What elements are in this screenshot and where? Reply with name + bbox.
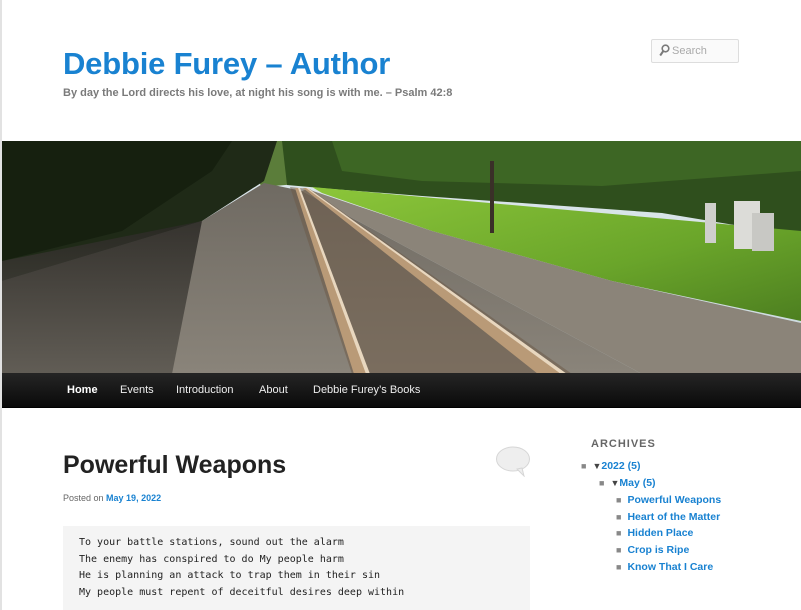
railroad-track-photo	[2, 141, 801, 374]
header-banner-image	[2, 141, 801, 374]
nav-item-books[interactable]: Debbie Furey’s Books	[313, 373, 420, 407]
archive-post-item: ■ Hidden Place	[616, 527, 693, 539]
archive-post-item: ■ Heart of the Matter	[616, 511, 720, 523]
page: Debbie Furey – Author By day the Lord di…	[2, 0, 801, 610]
search-input[interactable]	[672, 43, 734, 59]
archives-widget-title: ARCHIVES	[591, 438, 656, 450]
posted-on-label: Posted on	[63, 493, 104, 503]
post-meta: Posted on May 19, 2022	[63, 493, 161, 503]
archive-year-item: ■ ▼2022 (5)	[581, 460, 640, 472]
archive-year-link[interactable]: 2022 (5)	[601, 460, 640, 472]
main-navigation: Home Events Introduction About Debbie Fu…	[2, 373, 801, 408]
poem-line: My people must repent of deceitful desir…	[79, 586, 405, 598]
list-bullet: ■	[616, 545, 622, 555]
poem-line: The enemy has conspired to do My people …	[79, 553, 344, 565]
post-title[interactable]: Powerful Weapons	[63, 449, 286, 481]
poem-line: He is planning an attack to trap them in…	[79, 570, 381, 581]
list-bullet: ■	[616, 562, 622, 572]
archive-month-item: ■ ▼May (5)	[599, 477, 656, 489]
poem-block: To your battle stations, sound out the a…	[63, 526, 530, 610]
archive-post-link[interactable]: Know That I Care	[627, 561, 713, 573]
nav-item-events[interactable]: Events	[120, 373, 154, 407]
list-bullet: ■	[616, 495, 622, 505]
search-icon	[659, 44, 670, 57]
nav-item-introduction[interactable]: Introduction	[176, 373, 233, 407]
list-bullet: ■	[581, 461, 587, 471]
nav-item-home[interactable]: Home	[67, 373, 98, 407]
archive-post-item: ■ Powerful Weapons	[616, 494, 721, 506]
site-description: By day the Lord directs his love, at nig…	[63, 87, 453, 99]
list-bullet: ■	[616, 528, 622, 538]
post-date-link[interactable]: May 19, 2022	[106, 493, 161, 503]
poem-line: To your battle stations, sound out the a…	[79, 537, 344, 548]
archive-post-link[interactable]: Hidden Place	[627, 527, 693, 539]
archive-post-link[interactable]: Crop is Ripe	[627, 544, 689, 556]
list-bullet: ■	[599, 478, 605, 488]
site-title[interactable]: Debbie Furey – Author	[63, 44, 390, 84]
list-bullet: ■	[616, 512, 622, 522]
nav-item-about[interactable]: About	[259, 373, 288, 407]
archive-post-item: ■ Know That I Care	[616, 561, 713, 573]
archive-post-link[interactable]: Powerful Weapons	[627, 494, 721, 506]
comment-bubble-icon[interactable]	[495, 445, 531, 482]
archive-month-link[interactable]: May (5)	[619, 477, 655, 489]
archive-post-item: ■ Crop is Ripe	[616, 544, 689, 556]
search-box[interactable]	[651, 39, 739, 63]
archive-post-link[interactable]: Heart of the Matter	[627, 511, 720, 523]
